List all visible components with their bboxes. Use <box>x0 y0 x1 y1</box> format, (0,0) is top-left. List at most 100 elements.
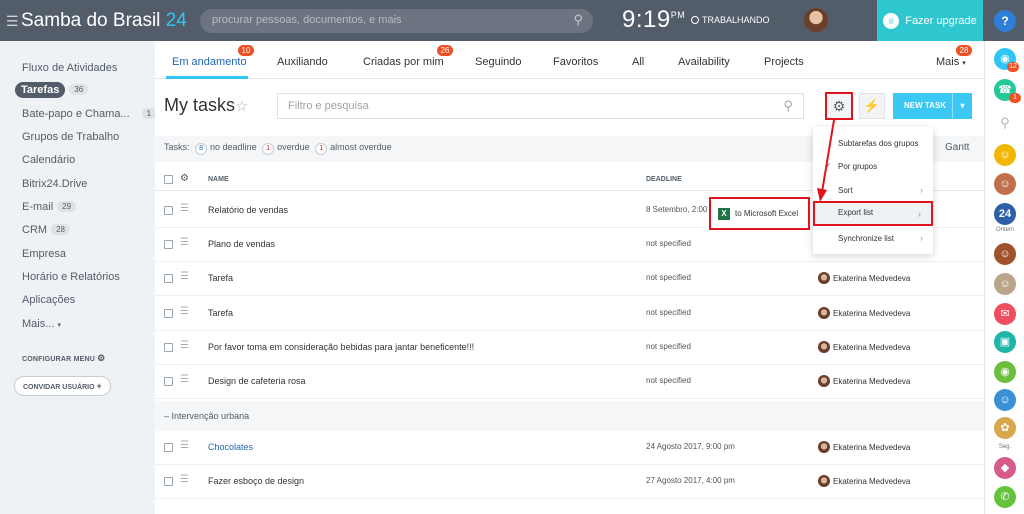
bitrix24-icon[interactable]: 24 <box>994 203 1016 225</box>
phone-icon[interactable]: ✆ <box>994 486 1016 508</box>
menu-item-synchronize[interactable]: Synchronize list › <box>813 227 933 250</box>
table-row[interactable]: ☰ Fazer esboço de design 27 Agosto 2017,… <box>155 465 984 499</box>
task-name[interactable]: Tarefa <box>208 273 233 283</box>
configure-menu-button[interactable]: CONFIGURAR MENU ⚙ <box>22 353 105 364</box>
settings-gear-button[interactable]: ⚙ <box>825 92 853 120</box>
sidebar-item-grupos[interactable]: Grupos de Trabalho <box>22 131 119 143</box>
tab-em-andamento[interactable]: Em andamento 10 <box>172 45 254 68</box>
task-responsible[interactable]: Ekaterina Medvedeva <box>818 341 910 353</box>
row-checkbox[interactable] <box>164 377 173 386</box>
search-icon[interactable]: ⚲ <box>994 112 1016 134</box>
overdue-label[interactable]: overdue <box>277 142 310 152</box>
tab-criadas[interactable]: Criadas por mim 26 <box>363 45 453 68</box>
sidebar-item-calendario[interactable]: Calendário <box>22 154 75 166</box>
invite-user-button[interactable]: CONVIDAR USUÁRIO + <box>14 376 111 396</box>
task-deadline[interactable]: not specified <box>646 376 691 385</box>
drag-handle-icon[interactable]: ☰ <box>180 375 190 386</box>
sidebar-item-drive[interactable]: Bitrix24.Drive <box>22 178 87 190</box>
row-checkbox[interactable] <box>164 309 173 318</box>
row-checkbox[interactable] <box>164 240 173 249</box>
tab-auxiliando[interactable]: Auxiliando <box>277 56 328 68</box>
row-checkbox[interactable] <box>164 206 173 215</box>
task-name[interactable]: Por favor toma em consideração bebidas p… <box>208 342 474 352</box>
tab-availability[interactable]: Availability <box>678 56 730 68</box>
task-responsible[interactable]: Ekaterina Medvedeva <box>818 307 910 319</box>
table-row[interactable]: ☰ Design de cafeteria rosa not specified… <box>155 365 984 399</box>
no-deadline-label[interactable]: no deadline <box>210 142 257 152</box>
clock[interactable]: 9:19PM <box>622 6 685 34</box>
help-button[interactable]: ? <box>994 10 1016 32</box>
upgrade-button[interactable]: ♕ Fazer upgrade <box>877 0 983 41</box>
task-deadline[interactable]: not specified <box>646 308 691 317</box>
gear-icon[interactable]: ⚙ <box>180 173 189 184</box>
column-deadline[interactable]: DEADLINE <box>646 176 682 183</box>
select-all-checkbox[interactable] <box>164 175 173 184</box>
table-row[interactable]: ☰ Tarefa not specified Ekaterina Medvede… <box>155 262 984 296</box>
no-deadline-count[interactable]: 8 <box>195 143 208 155</box>
almost-overdue-count[interactable]: 1 <box>315 143 328 155</box>
group-header[interactable]: – Intervenção urbana <box>155 401 984 431</box>
tab-all[interactable]: All <box>632 56 644 68</box>
filter-search-input[interactable]: Filtro e pesquisa ⚲ <box>277 93 804 119</box>
task-deadline[interactable]: 8 Setembro, 2:00 <box>646 205 707 214</box>
drag-handle-icon[interactable]: ☰ <box>180 441 190 452</box>
contact-avatar[interactable]: ◆ <box>994 457 1016 479</box>
task-deadline[interactable]: 24 Agosto 2017, 9:00 pm <box>646 442 735 451</box>
task-responsible[interactable]: Ekaterina Medvedeva <box>818 441 910 453</box>
star-icon[interactable]: ☆ <box>235 97 248 115</box>
sidebar-item-tarefas[interactable]: Tarefas 36 <box>15 82 89 98</box>
drag-handle-icon[interactable]: ☰ <box>180 272 190 283</box>
task-responsible[interactable]: Ekaterina Medvedeva <box>818 272 910 284</box>
drag-handle-icon[interactable]: ☰ <box>180 475 190 486</box>
table-row[interactable]: ☰ Por favor toma em consideração bebidas… <box>155 331 984 365</box>
row-checkbox[interactable] <box>164 343 173 352</box>
task-deadline[interactable]: 27 Agosto 2017, 4:00 pm <box>646 476 735 485</box>
lock-icon[interactable]: ◉ <box>994 361 1016 383</box>
task-name[interactable]: Fazer esboço de design <box>208 476 304 486</box>
drag-handle-icon[interactable]: ☰ <box>180 204 190 215</box>
collapse-icon[interactable]: – <box>164 411 169 421</box>
chevron-down-icon[interactable]: ▾ <box>952 93 972 119</box>
global-search-input[interactable]: procurar pessoas, documentos, e mais ⚲ <box>200 9 593 33</box>
megaphone-icon[interactable]: ✉ <box>994 303 1016 325</box>
row-checkbox[interactable] <box>164 443 173 452</box>
overdue-count[interactable]: 1 <box>262 143 275 155</box>
contact-avatar[interactable]: ☺ <box>994 389 1016 411</box>
task-name[interactable]: Chocolates <box>208 442 253 452</box>
sidebar-item-empresa[interactable]: Empresa <box>22 248 66 260</box>
drag-handle-icon[interactable]: ☰ <box>180 238 190 249</box>
tab-favoritos[interactable]: Favoritos <box>553 56 598 68</box>
tab-seguindo[interactable]: Seguindo <box>475 56 522 68</box>
export-excel-option[interactable]: X to Microsoft Excel <box>709 197 810 230</box>
new-task-button[interactable]: NEW TASK ▾ <box>893 93 972 119</box>
contact-avatar[interactable]: ☺ <box>994 243 1016 265</box>
row-checkbox[interactable] <box>164 477 173 486</box>
user-avatar[interactable] <box>804 8 828 32</box>
hamburger-icon[interactable]: ☰ <box>6 14 19 28</box>
tab-projects[interactable]: Projects <box>764 56 804 68</box>
table-row[interactable]: ☰ Tarefa not specified Ekaterina Medvede… <box>155 297 984 331</box>
contact-avatar[interactable]: ✿ <box>994 417 1016 439</box>
task-name[interactable]: Plano de vendas <box>208 239 275 249</box>
task-name[interactable]: Tarefa <box>208 308 233 318</box>
sidebar-item-mais[interactable]: Mais... ▾ <box>22 318 61 330</box>
sidebar-item-horario[interactable]: Horário e Relatórios <box>22 271 120 283</box>
sidebar-item-aplicacoes[interactable]: Aplicações <box>22 294 75 306</box>
task-responsible[interactable]: Ekaterina Medvedeva <box>818 475 910 487</box>
task-responsible[interactable]: Ekaterina Medvedeva <box>818 375 910 387</box>
open-channel-icon[interactable]: ▣ <box>994 331 1016 353</box>
task-deadline[interactable]: not specified <box>646 273 691 282</box>
task-deadline[interactable]: not specified <box>646 239 691 248</box>
drag-handle-icon[interactable]: ☰ <box>180 341 190 352</box>
column-name[interactable]: NAME <box>208 176 229 183</box>
task-name[interactable]: Relatório de vendas <box>208 205 288 215</box>
task-deadline[interactable]: not specified <box>646 342 691 351</box>
automation-button[interactable]: ⚡ <box>859 93 885 119</box>
table-row[interactable]: ☰ Chocolates 24 Agosto 2017, 9:00 pm Eka… <box>155 431 984 465</box>
drag-handle-icon[interactable]: ☰ <box>180 307 190 318</box>
brand-logo[interactable]: Samba do Brasil 24 <box>21 10 187 32</box>
sidebar-item-chat[interactable]: Bate-papo e Chama... 1 <box>22 108 157 120</box>
tab-mais[interactable]: Mais ▾ 28 <box>936 45 972 68</box>
gantt-view-button[interactable]: Gantt <box>945 142 969 153</box>
contact-avatar[interactable]: ☺ <box>994 144 1016 166</box>
